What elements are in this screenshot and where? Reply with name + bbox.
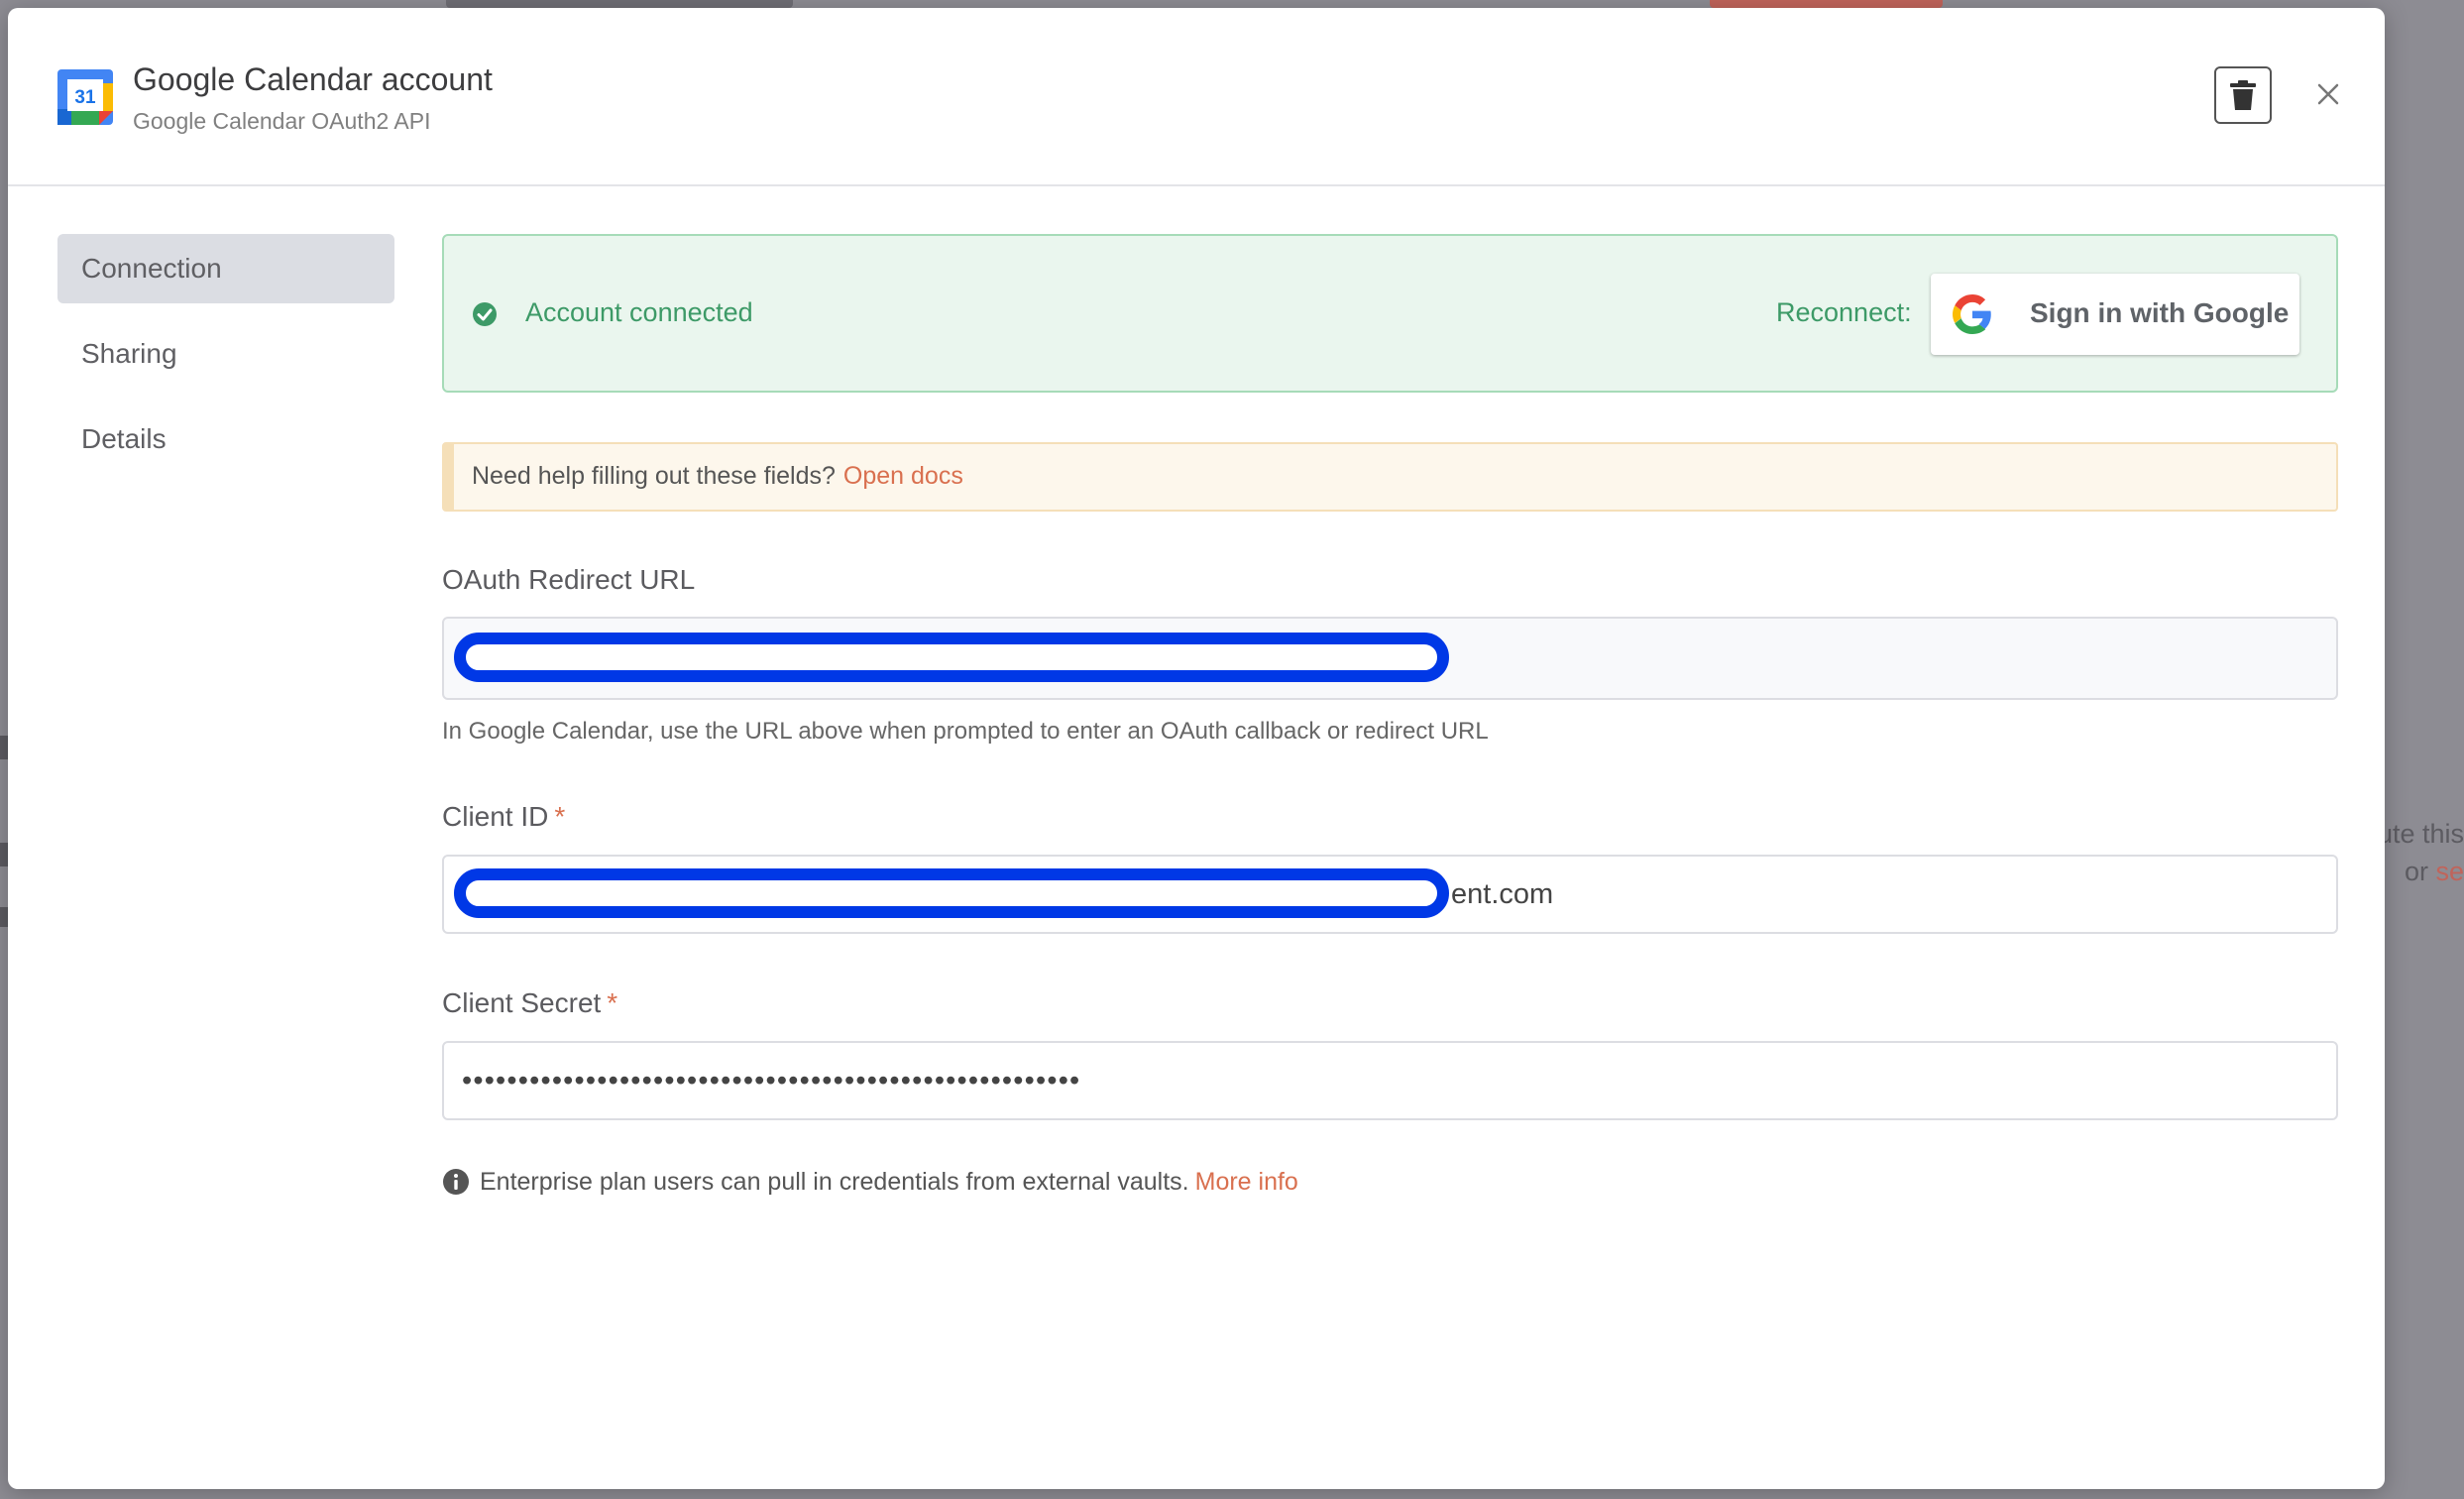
check-circle-icon: [473, 302, 497, 326]
svg-text:31: 31: [74, 87, 96, 108]
redaction-mark: [454, 868, 1449, 918]
help-banner: Need help filling out these fields? Open …: [442, 442, 2338, 512]
background-edge-mark: [0, 907, 8, 927]
google-logo-icon: [1953, 294, 1991, 334]
more-info-link[interactable]: More info: [1195, 1168, 1298, 1196]
background-text-line-1: ute this: [2377, 819, 2464, 849]
close-button[interactable]: [2303, 69, 2353, 119]
close-icon: [2317, 83, 2339, 105]
redirect-url-label: OAuth Redirect URL: [442, 564, 696, 595]
google-button-label: Sign in with Google: [2030, 297, 2290, 328]
background-text: ute this or se: [2375, 815, 2464, 890]
modal-title: Google Calendar account: [133, 61, 493, 97]
background-step-title: [446, 0, 793, 8]
required-marker: *: [554, 801, 566, 832]
client-secret-label-text: Client Secret: [442, 987, 602, 1018]
redirect-url-hint: In Google Calendar, use the URL above wh…: [442, 718, 1489, 745]
info-icon: [443, 1169, 469, 1195]
sign-in-with-google-button[interactable]: Sign in with Google: [1931, 274, 2299, 355]
client-secret-input[interactable]: ••••••••••••••••••••••••••••••••••••••••…: [442, 1041, 2338, 1120]
reconnect-label: Reconnect:: [1776, 297, 1912, 327]
redaction-mark: [454, 633, 1449, 682]
connection-status-text: Account connected: [525, 297, 753, 327]
modal-header: 31 Google Calendar account Google Calend…: [8, 8, 2385, 186]
modal-sidebar: Connection Sharing Details: [57, 234, 394, 490]
client-id-input[interactable]: ent.com: [442, 855, 2338, 934]
credential-modal: 31 Google Calendar account Google Calend…: [8, 8, 2385, 1489]
help-text: Need help filling out these fields?: [472, 462, 836, 490]
google-calendar-icon: 31: [57, 69, 113, 125]
background-edge-mark: [0, 843, 8, 866]
background-execute-button: [1710, 0, 1943, 8]
connection-status-banner: Account connected Reconnect: Sign in wit…: [442, 234, 2338, 393]
delete-credential-button[interactable]: [2214, 66, 2272, 124]
background-edge-mark: [0, 736, 8, 759]
redirect-url-field[interactable]: [442, 617, 2338, 700]
sidebar-item-details[interactable]: Details: [57, 404, 394, 474]
client-secret-value: ••••••••••••••••••••••••••••••••••••••••…: [462, 1065, 1081, 1096]
modal-subtitle: Google Calendar OAuth2 API: [133, 108, 431, 134]
client-id-label: Client ID *: [442, 801, 565, 833]
vault-info-message: Enterprise plan users can pull in creden…: [480, 1168, 1189, 1196]
open-docs-link[interactable]: Open docs: [843, 462, 963, 490]
vault-info-text: Enterprise plan users can pull in creden…: [480, 1168, 1298, 1197]
required-marker: *: [607, 987, 618, 1018]
trash-icon: [2230, 80, 2256, 110]
sidebar-item-connection[interactable]: Connection: [57, 234, 394, 303]
background-link: se: [2435, 857, 2464, 886]
client-id-label-text: Client ID: [442, 801, 549, 832]
client-id-value: ent.com: [1451, 878, 1554, 910]
background-text-line-2: or: [2404, 857, 2428, 886]
sidebar-item-sharing[interactable]: Sharing: [57, 319, 394, 389]
client-secret-label: Client Secret *: [442, 987, 617, 1019]
